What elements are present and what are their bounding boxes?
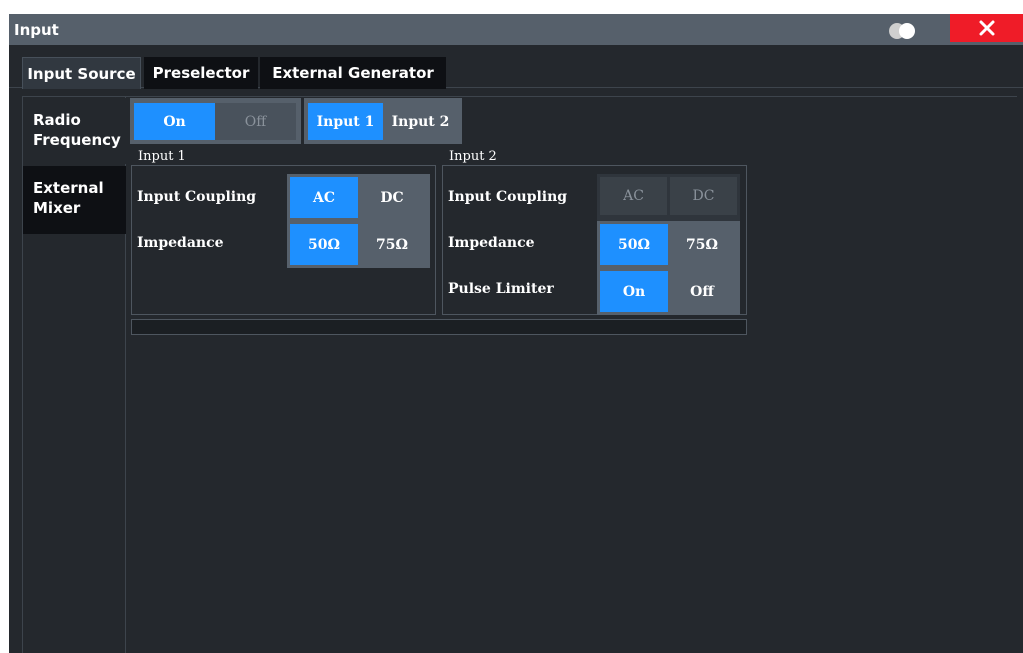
sidenav-item-label: Radio Frequency — [33, 111, 121, 149]
input-1-impedance-label: Impedance — [137, 235, 224, 251]
input-2-coupling-ac: AC — [600, 177, 667, 215]
sidenav-item-label: External Mixer — [33, 179, 104, 217]
tab-preselector[interactable]: Preselector — [144, 57, 258, 89]
input-2-impedance-50[interactable]: 50Ω — [600, 224, 668, 265]
input-1-impedance-75[interactable]: 75Ω — [358, 224, 426, 265]
dialog-title: Input — [14, 21, 59, 39]
input-1-group-label: Input 1 — [138, 149, 186, 164]
input-2-button[interactable]: Input 2 — [383, 103, 458, 140]
tab-external-generator[interactable]: External Generator — [260, 57, 446, 89]
rf-on-button[interactable]: On — [134, 103, 215, 140]
input-1-impedance-50[interactable]: 50Ω — [290, 224, 358, 265]
input-2-impedance-label: Impedance — [448, 235, 535, 251]
input-1-coupling-dc[interactable]: DC — [358, 177, 426, 218]
input-1-button[interactable]: Input 1 — [308, 103, 383, 140]
tab-input-source[interactable]: Input Source — [22, 57, 141, 89]
close-button[interactable] — [950, 14, 1023, 42]
title-bar — [9, 14, 1023, 45]
input-2-coupling-label: Input Coupling — [448, 189, 568, 205]
rf-off-button[interactable]: Off — [215, 103, 296, 140]
input-2-pulse-limiter-label: Pulse Limiter — [448, 281, 554, 297]
status-bar — [131, 319, 747, 335]
input-2-impedance-75[interactable]: 75Ω — [668, 224, 736, 265]
input-2-coupling-dc: DC — [670, 177, 737, 215]
input-2-pulse-limiter-on[interactable]: On — [600, 271, 668, 312]
input-1-coupling-ac[interactable]: AC — [290, 177, 358, 218]
theme-toggle-icon[interactable] — [889, 23, 919, 39]
input-2-pulse-limiter-off[interactable]: Off — [668, 271, 736, 312]
input-2-group-label: Input 2 — [449, 149, 497, 164]
sidenav-item-external-mixer[interactable]: External Mixer — [23, 166, 126, 234]
input-1-coupling-label: Input Coupling — [137, 189, 257, 205]
close-icon — [979, 20, 994, 36]
sidenav-item-radio-frequency[interactable]: Radio Frequency — [23, 98, 126, 164]
